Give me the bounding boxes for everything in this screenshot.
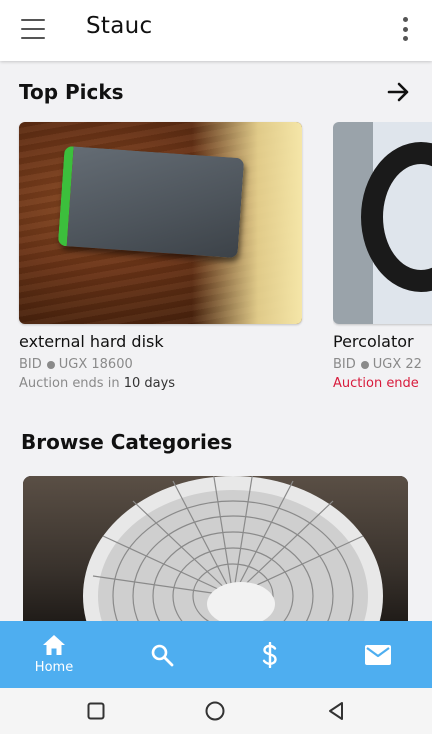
app-title: Stauc bbox=[86, 13, 153, 39]
nav-item-dollar[interactable] bbox=[216, 621, 324, 688]
auction-ends: Auction ende bbox=[333, 376, 432, 391]
bid-label: BID bbox=[19, 357, 42, 372]
auction-ends: Auction ends in 10 days bbox=[19, 376, 302, 391]
home-icon bbox=[43, 635, 65, 655]
product-name: Percolator bbox=[333, 332, 414, 351]
top-picks-title: Top Picks bbox=[19, 80, 124, 104]
nav-home-label: Home bbox=[34, 660, 74, 675]
auction-ends-prefix: Auction ends in bbox=[19, 376, 120, 391]
product-name: external hard disk bbox=[19, 332, 164, 351]
fan-image bbox=[63, 476, 403, 626]
auction-ends-prefix: Auction ende bbox=[333, 376, 419, 391]
category-card[interactable] bbox=[23, 476, 408, 626]
dot-separator-icon bbox=[360, 360, 369, 369]
nav-item-mail[interactable] bbox=[324, 621, 432, 688]
dollar-icon bbox=[262, 641, 277, 668]
hamburger-menu-icon[interactable] bbox=[19, 17, 47, 41]
product-image bbox=[333, 122, 432, 324]
back-icon[interactable] bbox=[327, 700, 345, 722]
app-bar: Stauc bbox=[0, 0, 432, 61]
arrow-right-icon[interactable] bbox=[386, 80, 412, 104]
product-image bbox=[19, 122, 302, 324]
product-bid-line: BID UGX 22 bbox=[333, 357, 432, 372]
product-bid-line: BID UGX 18600 bbox=[19, 357, 302, 372]
more-vert-icon[interactable] bbox=[398, 17, 412, 41]
nav-item-search[interactable] bbox=[108, 621, 216, 688]
search-icon bbox=[151, 644, 174, 666]
bid-price: UGX 18600 bbox=[58, 357, 133, 372]
nav-item-home[interactable]: Home bbox=[0, 621, 108, 688]
auction-ends-value: 10 days bbox=[123, 376, 176, 391]
bid-price: UGX 22 bbox=[372, 357, 422, 372]
product-card-external-hard-disk[interactable]: external hard disk BID UGX 18600 Auction… bbox=[19, 122, 302, 391]
mail-icon bbox=[365, 644, 391, 665]
home-circle-icon[interactable] bbox=[204, 700, 226, 722]
system-navigation-bar bbox=[0, 688, 432, 734]
bid-label: BID bbox=[333, 357, 356, 372]
browse-categories-title: Browse Categories bbox=[21, 430, 233, 454]
dot-separator-icon bbox=[46, 360, 55, 369]
recent-apps-icon[interactable] bbox=[87, 700, 105, 722]
product-card-percolator[interactable]: Percolator BID UGX 22 Auction ende bbox=[333, 122, 432, 391]
bottom-navigation: Home bbox=[0, 621, 432, 688]
